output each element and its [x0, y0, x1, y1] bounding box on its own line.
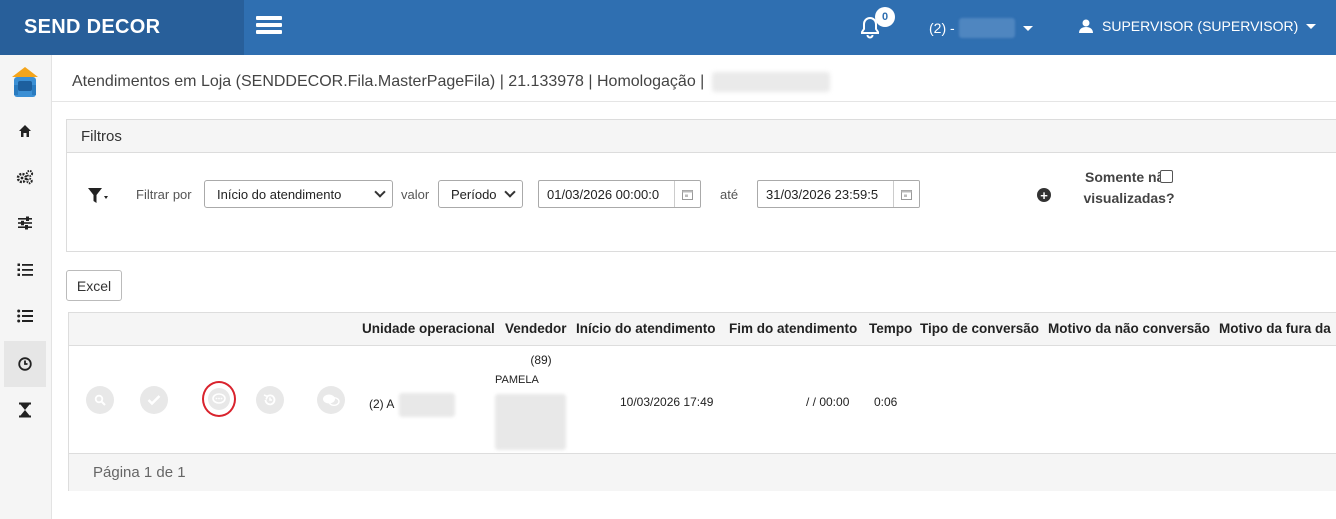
end-time-cell: / / 00:00 [806, 395, 850, 409]
table-row: (2) A (89) PAMELA 10/03/2026 17:49 / / 0… [69, 347, 1336, 453]
table-header: Unidade operacional Vendedor Início do a… [69, 313, 1336, 346]
sidebar [0, 55, 52, 519]
filter-by-value: Início do atendimento [217, 186, 342, 202]
column-header[interactable]: Motivo da não conversão [1048, 321, 1210, 336]
filter-icon[interactable] [87, 187, 109, 205]
pagination: Página 1 de 1 [69, 453, 1336, 491]
column-header[interactable]: Vendedor [505, 321, 567, 336]
filter-by-select[interactable]: Início do atendimento [204, 180, 393, 208]
comment-icon[interactable] [202, 381, 236, 417]
brand-logo[interactable]: SEND DECOR [0, 0, 244, 55]
unit-cell-text: (2) A [369, 397, 394, 412]
menu-toggle-icon[interactable] [256, 16, 282, 36]
column-header[interactable]: Início do atendimento [576, 321, 716, 336]
unit-name-redacted [399, 393, 456, 417]
seller-name: PAMELA [495, 374, 539, 386]
check-icon[interactable] [140, 386, 168, 414]
seller-code: (89) [530, 353, 552, 367]
user-name: SUPERVISOR (SUPERVISOR) [1102, 18, 1299, 34]
value-select[interactable]: Período [438, 180, 523, 208]
value-select-value: Período [451, 186, 497, 202]
date-to-value: 31/03/2026 23:59:5 [766, 186, 879, 202]
search-icon[interactable] [86, 386, 114, 414]
only-unviewed-checkbox[interactable] [1160, 170, 1173, 183]
top-bar: SEND DECOR 0 (2) - SUPERVISOR (SUPERVISO… [0, 0, 1336, 55]
page-title-text: Atendimentos em Loja (SENDDECOR.Fila.Mas… [72, 73, 705, 90]
column-header[interactable]: Unidade operacional [362, 321, 495, 336]
list-icon[interactable] [4, 293, 46, 339]
calendar-icon[interactable] [893, 181, 919, 207]
excel-button[interactable]: Excel [66, 270, 122, 301]
add-filter-icon[interactable]: + [1037, 188, 1051, 202]
unit-selector[interactable]: (2) - [929, 18, 1033, 38]
filter-by-label: Filtrar por [136, 187, 192, 202]
results-table: Unidade operacional Vendedor Início do a… [68, 312, 1336, 491]
history-icon[interactable] [256, 386, 284, 414]
filters-panel-title: Filtros [67, 120, 1336, 153]
until-label: até [720, 187, 739, 202]
ordered-list-icon[interactable] [4, 247, 46, 293]
column-header[interactable]: Motivo da fura da [1219, 321, 1331, 336]
calendar-icon[interactable] [674, 181, 700, 207]
gears-icon[interactable] [4, 154, 46, 200]
date-from-value: 01/03/2026 00:00:0 [547, 186, 660, 202]
page-title: Atendimentos em Loja (SENDDECOR.Fila.Mas… [72, 72, 831, 92]
home-icon[interactable] [4, 108, 46, 154]
column-header[interactable]: Fim do atendimento [729, 321, 857, 336]
seller-photo-redacted [495, 394, 566, 450]
column-header[interactable]: Tipo de conversão [920, 321, 1039, 336]
brand-text: SEND DECOR [24, 16, 161, 38]
clock-icon[interactable] [4, 341, 46, 387]
unit-label: (2) - [929, 20, 955, 36]
environment-name-redacted [712, 72, 831, 92]
unit-cell: (2) A [369, 393, 456, 417]
chevron-down-icon [1306, 23, 1317, 29]
chat-icon[interactable] [317, 386, 345, 414]
sofa-logo-icon[interactable] [4, 59, 46, 105]
date-from-input[interactable]: 01/03/2026 00:00:0 [538, 180, 701, 208]
unit-name-redacted [958, 18, 1015, 38]
chevron-down-icon [504, 186, 516, 198]
duration-cell: 0:06 [874, 395, 898, 409]
sliders-icon[interactable] [4, 200, 46, 246]
column-header[interactable]: Tempo [869, 321, 912, 336]
hourglass-icon[interactable] [4, 387, 46, 433]
start-time-cell: 10/03/2026 17:49 [620, 395, 714, 409]
filters-panel: Filtros Filtrar por Início do atendiment… [66, 119, 1336, 252]
notification-badge: 0 [875, 7, 895, 27]
user-icon [1079, 19, 1093, 33]
chevron-down-icon [374, 186, 386, 198]
date-to-input[interactable]: 31/03/2026 23:59:5 [757, 180, 920, 208]
value-label: valor [401, 187, 430, 202]
chevron-down-icon [1022, 25, 1033, 31]
user-menu[interactable]: SUPERVISOR (SUPERVISOR) [1078, 18, 1317, 34]
divider [52, 101, 1336, 102]
